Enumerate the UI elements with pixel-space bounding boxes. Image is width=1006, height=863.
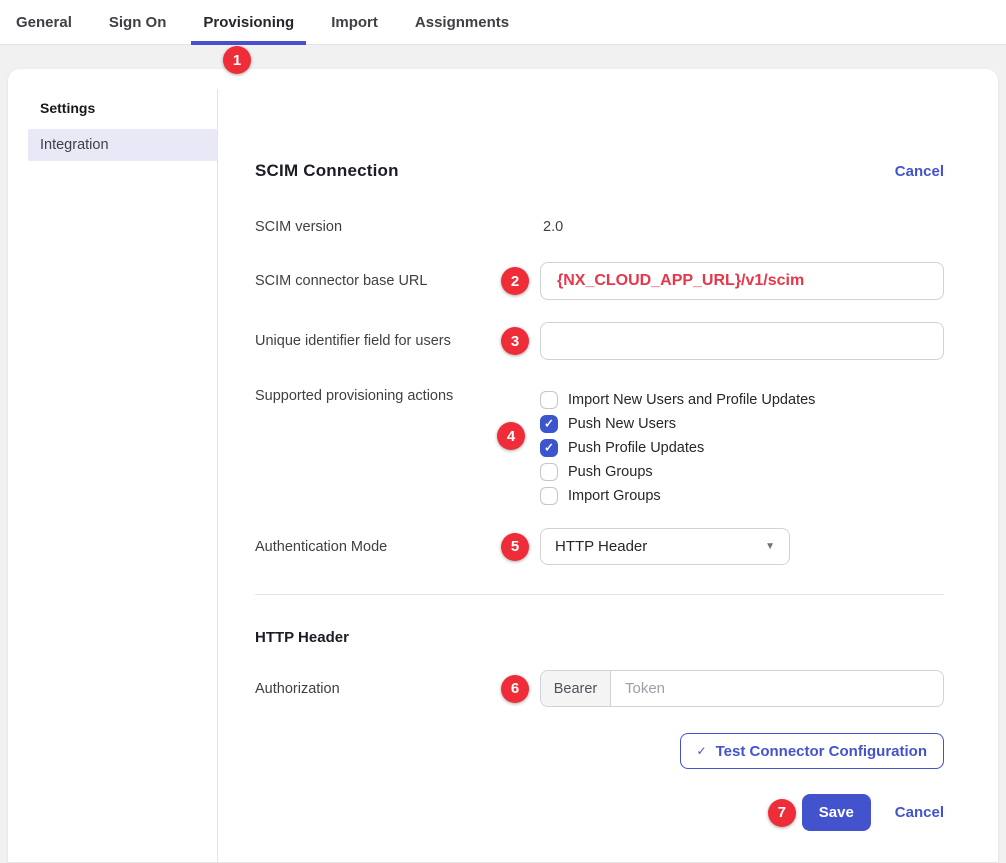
annotation-badge-1: 1 bbox=[223, 46, 251, 74]
checkbox-label: Import Groups bbox=[568, 488, 661, 504]
field-row-provisioning-actions: Supported provisioning actions 4 Import … bbox=[255, 388, 944, 508]
chevron-down-icon: ▼ bbox=[765, 541, 775, 552]
annotation-badge-5: 5 bbox=[501, 533, 529, 561]
auth-mode-selected-value: HTTP Header bbox=[555, 538, 647, 555]
field-row-unique-identifier: Unique identifier field for users 3 bbox=[255, 322, 944, 360]
test-connector-row: ✓ Test Connector Configuration bbox=[255, 733, 944, 769]
scim-version-value: 2.0 bbox=[540, 219, 563, 235]
scim-connection-form: SCIM Connection Cancel SCIM version 2.0 … bbox=[218, 69, 998, 862]
cancel-link-top[interactable]: Cancel bbox=[895, 163, 944, 180]
provisioning-actions-checkbox-list: Import New Users and Profile Updates Pus… bbox=[540, 388, 944, 508]
bearer-prefix: Bearer bbox=[541, 671, 611, 706]
checkbox-label: Push Groups bbox=[568, 464, 653, 480]
checkbox-icon[interactable] bbox=[540, 487, 558, 505]
save-button[interactable]: Save bbox=[802, 794, 871, 831]
section-divider bbox=[255, 594, 944, 595]
sidebar-heading: Settings bbox=[40, 100, 218, 116]
checkbox-row-push-profile-updates[interactable]: Push Profile Updates bbox=[540, 436, 944, 460]
app-tab-bar: General Sign On Provisioning Import Assi… bbox=[0, 0, 1006, 45]
scim-version-label: SCIM version bbox=[255, 219, 540, 235]
cancel-button-bottom[interactable]: Cancel bbox=[895, 804, 944, 821]
unique-identifier-input[interactable] bbox=[540, 322, 944, 360]
checkbox-row-import-groups[interactable]: Import Groups bbox=[540, 484, 944, 508]
auth-mode-label: Authentication Mode bbox=[255, 539, 540, 555]
checkbox-icon[interactable] bbox=[540, 391, 558, 409]
annotation-badge-6: 6 bbox=[501, 675, 529, 703]
authorization-label: Authorization bbox=[255, 681, 540, 697]
checkbox-icon[interactable] bbox=[540, 439, 558, 457]
checkbox-icon[interactable] bbox=[540, 415, 558, 433]
checkbox-label: Import New Users and Profile Updates bbox=[568, 392, 815, 408]
field-row-scim-version: SCIM version 2.0 bbox=[255, 218, 944, 236]
authorization-input-group: Bearer bbox=[540, 670, 944, 707]
token-input[interactable] bbox=[611, 671, 943, 706]
form-actions-row: 7 Save Cancel bbox=[255, 794, 944, 831]
http-header-section-title: HTTP Header bbox=[255, 629, 944, 646]
field-row-base-url: SCIM connector base URL 2 bbox=[255, 262, 944, 300]
annotation-badge-4: 4 bbox=[497, 422, 525, 450]
check-icon: ✓ bbox=[697, 744, 707, 758]
checkbox-row-import-new-users[interactable]: Import New Users and Profile Updates bbox=[540, 388, 944, 412]
sidebar-item-integration[interactable]: Integration bbox=[28, 129, 218, 161]
annotation-badge-7: 7 bbox=[768, 799, 796, 827]
field-row-auth-mode: Authentication Mode 5 HTTP Header ▼ bbox=[255, 528, 944, 565]
tab-provisioning[interactable]: Provisioning bbox=[191, 0, 306, 44]
auth-mode-dropdown[interactable]: HTTP Header ▼ bbox=[540, 528, 790, 565]
annotation-badge-2: 2 bbox=[501, 267, 529, 295]
tab-assignments[interactable]: Assignments bbox=[403, 0, 521, 44]
base-url-label: SCIM connector base URL bbox=[255, 273, 540, 289]
checkbox-row-push-new-users[interactable]: Push New Users bbox=[540, 412, 944, 436]
base-url-input[interactable] bbox=[540, 262, 944, 300]
checkbox-row-push-groups[interactable]: Push Groups bbox=[540, 460, 944, 484]
settings-sidebar: Settings Integration bbox=[8, 69, 218, 862]
tab-sign-on[interactable]: Sign On bbox=[97, 0, 179, 44]
unique-identifier-label: Unique identifier field for users bbox=[255, 333, 540, 349]
tab-import[interactable]: Import bbox=[319, 0, 390, 44]
checkbox-icon[interactable] bbox=[540, 463, 558, 481]
test-connector-label: Test Connector Configuration bbox=[716, 743, 927, 760]
annotation-badge-3: 3 bbox=[501, 327, 529, 355]
tab-general[interactable]: General bbox=[4, 0, 84, 44]
field-row-authorization: Authorization 6 Bearer bbox=[255, 670, 944, 707]
test-connector-button[interactable]: ✓ Test Connector Configuration bbox=[680, 733, 944, 769]
form-header: SCIM Connection Cancel bbox=[255, 161, 944, 181]
checkbox-label: Push New Users bbox=[568, 416, 676, 432]
provisioning-actions-label: Supported provisioning actions bbox=[255, 388, 540, 404]
checkbox-label: Push Profile Updates bbox=[568, 440, 704, 456]
page-title: SCIM Connection bbox=[255, 161, 399, 181]
provisioning-card: Settings Integration SCIM Connection Can… bbox=[8, 69, 998, 862]
